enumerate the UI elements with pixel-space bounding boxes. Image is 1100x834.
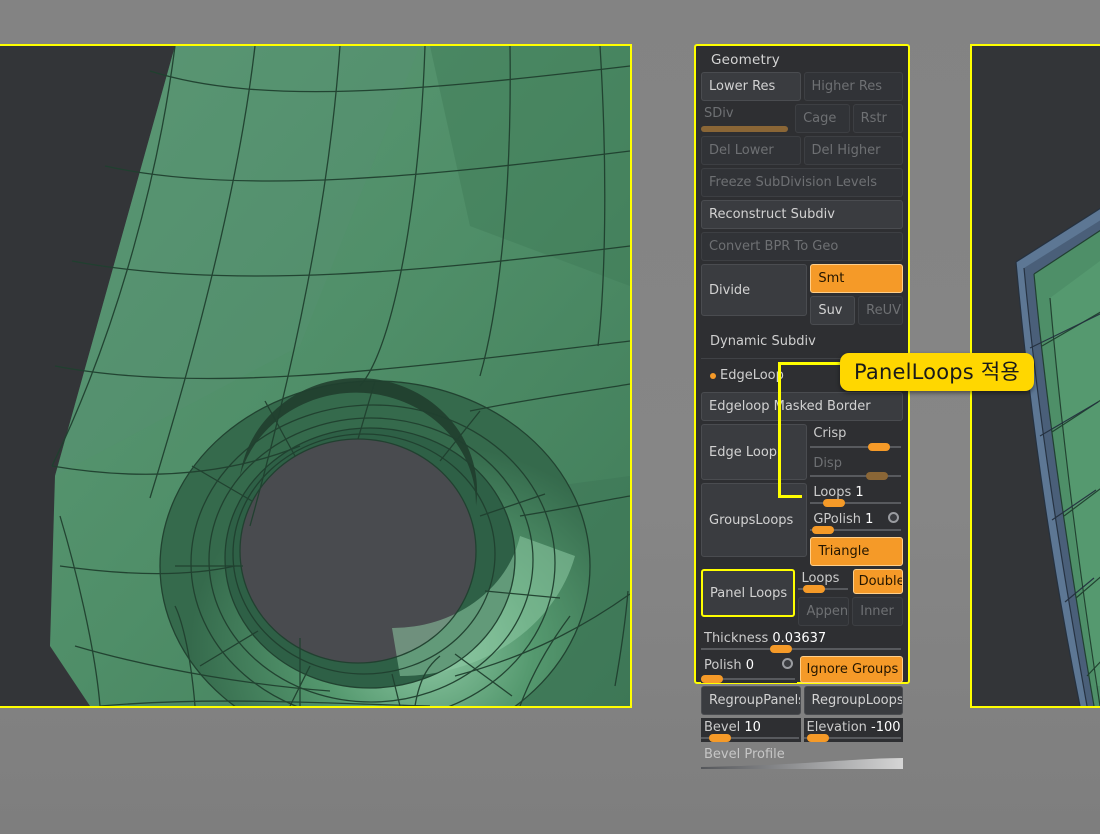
res-row: Lower Res Higher Res [701, 72, 903, 101]
gpolish-radio-icon[interactable] [888, 512, 899, 523]
edge-loop-button[interactable]: Edge Loop [701, 424, 808, 480]
gpolish-slider[interactable]: GPolish 1 [810, 510, 903, 534]
bevel-slider[interactable]: Bevel 10 [701, 718, 801, 742]
loops-gl-value: 1 [855, 485, 864, 500]
ignore-groups-toggle[interactable]: Ignore Groups [799, 656, 903, 683]
sdiv-row: SDiv Cage Rstr [701, 104, 903, 133]
freeze-row: Freeze SubDivision Levels [701, 168, 903, 197]
panel-loops-button[interactable]: Panel Loops [701, 569, 796, 617]
app-background: Geometry Lower Res Higher Res SDiv Cage … [0, 0, 1100, 834]
disp-knob[interactable] [865, 472, 888, 480]
bevel-name: Bevel [704, 720, 741, 735]
disp-slider[interactable]: Disp [810, 453, 903, 480]
polish-slider[interactable]: Polish 0 [701, 656, 797, 683]
sdiv-label: SDiv [704, 106, 734, 121]
del-higher-button[interactable]: Del Higher [803, 136, 903, 165]
loops-knob[interactable] [802, 585, 825, 593]
divide-row: Divide Smt Suv ReUV [701, 264, 903, 325]
thickness-slider[interactable]: Thickness 0.03637 [701, 629, 903, 653]
loops-gl-name: Loops [813, 485, 852, 500]
thickness-row: Thickness 0.03637 [701, 629, 903, 653]
crisp-label: Crisp [813, 426, 847, 441]
bevel-profile-widget[interactable]: Bevel Profile [701, 745, 903, 769]
del-row: Del Lower Del Higher [701, 136, 903, 165]
callout-text: PanelLoops 적용 [854, 359, 1020, 384]
lower-res-button[interactable]: Lower Res [701, 72, 801, 101]
inner-toggle[interactable]: Inner [852, 597, 904, 626]
cage-button[interactable]: Cage [795, 104, 850, 133]
regroup-panels-button[interactable]: RegroupPanels [701, 686, 801, 715]
elevation-value: -100 [871, 720, 901, 735]
polish-radio-icon[interactable] [781, 658, 793, 669]
elevation-name: Elevation [806, 720, 867, 735]
dynamic-subdiv-section[interactable]: Dynamic Subdiv [701, 328, 903, 355]
masked-border-row: Edgeloop Masked Border [701, 392, 903, 421]
higher-res-button[interactable]: Higher Res [803, 72, 903, 101]
convert-bpr-to-geo-button[interactable]: Convert BPR To Geo [701, 232, 903, 261]
reconstruct-row: Reconstruct Subdiv [701, 200, 903, 229]
left-viewport-mesh [0, 46, 630, 706]
thickness-track [701, 648, 901, 650]
thickness-name: Thickness [704, 631, 769, 646]
freeze-subdivision-levels-button[interactable]: Freeze SubDivision Levels [701, 168, 903, 197]
convert-row: Convert BPR To Geo [701, 232, 903, 261]
gpolish-knob[interactable] [812, 526, 835, 534]
edge-loop-row: Edge Loop Crisp Disp [701, 424, 903, 480]
reconstruct-subdiv-button[interactable]: Reconstruct Subdiv [701, 200, 903, 229]
disp-label: Disp [813, 455, 842, 471]
polish-knob[interactable] [701, 675, 723, 683]
callout-connector-bottom [778, 495, 802, 498]
crisp-knob[interactable] [867, 442, 890, 451]
loops-slider[interactable]: Loops [798, 569, 850, 593]
double-toggle[interactable]: Double [852, 569, 903, 594]
section-dot-icon [710, 372, 716, 379]
append-toggle[interactable]: Append [798, 597, 850, 626]
palette-title: Geometry [711, 52, 780, 68]
callout-tooltip: PanelLoops 적용 [840, 353, 1034, 391]
loops-gl-slider[interactable]: Loops 1 [810, 483, 903, 507]
sdiv-slider[interactable]: SDiv [701, 104, 793, 133]
sdiv-bar [701, 126, 789, 132]
callout-connector-top [778, 362, 842, 365]
gpolish-name: GPolish [813, 512, 861, 527]
bevel-elevation-row: Bevel 10 Elevation -100 [701, 718, 903, 742]
groups-loops-row: GroupsLoops Loops 1 GPolish 1 Triangle [701, 483, 903, 566]
panel-loops-row: Panel Loops Loops Double Append Inner [701, 569, 904, 626]
gpolish-value: 1 [865, 512, 874, 527]
callout-connector-vertical [778, 362, 781, 498]
thickness-value: 0.03637 [772, 631, 827, 646]
bevel-profile-label: Bevel Profile [704, 747, 785, 762]
edgeloop-header-label: EdgeLoop [720, 368, 784, 383]
triangle-toggle[interactable]: Triangle [810, 537, 903, 566]
bevel-knob[interactable] [708, 734, 731, 742]
suv-toggle[interactable]: Suv [810, 296, 856, 325]
dynamic-subdiv-row: Dynamic Subdiv [701, 328, 903, 355]
polish-row: Polish 0 Ignore Groups [701, 656, 903, 683]
reuv-toggle[interactable]: ReUV [858, 296, 903, 325]
crisp-slider[interactable]: Crisp [810, 424, 903, 451]
smt-toggle[interactable]: Smt [810, 264, 903, 293]
thickness-knob[interactable] [769, 645, 792, 653]
regroup-loops-button[interactable]: RegroupLoops [803, 686, 903, 715]
elevation-slider[interactable]: Elevation -100 [803, 718, 903, 742]
loops-gl-knob[interactable] [823, 499, 846, 507]
elevation-knob[interactable] [807, 734, 830, 742]
polish-value: 0 [745, 658, 754, 673]
polish-name: Polish [704, 658, 742, 673]
rstr-button[interactable]: Rstr [852, 104, 903, 133]
del-lower-button[interactable]: Del Lower [701, 136, 801, 165]
edgeloop-masked-border-button[interactable]: Edgeloop Masked Border [701, 392, 903, 421]
bevel-value: 10 [744, 720, 761, 735]
left-viewport[interactable] [0, 44, 632, 708]
regroup-row: RegroupPanels RegroupLoops [701, 686, 903, 715]
divide-button[interactable]: Divide [701, 264, 808, 316]
thickness-label: Thickness 0.03637 [701, 631, 903, 647]
